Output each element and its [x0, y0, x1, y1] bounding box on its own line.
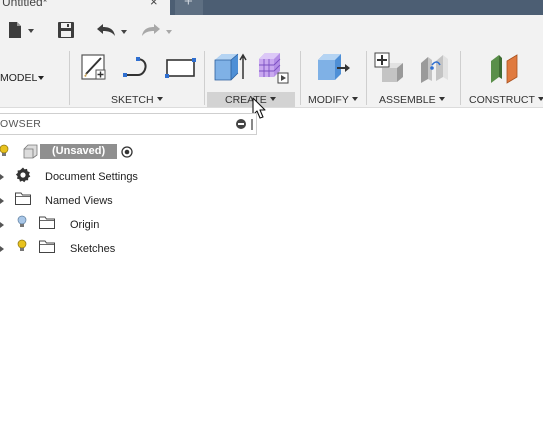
- press-pull-icon: [318, 54, 350, 80]
- component-icon: [23, 144, 38, 159]
- extrude-button[interactable]: [213, 51, 247, 85]
- ribbon-separator: [204, 51, 205, 105]
- document-tab[interactable]: Untitled* ×: [0, 0, 170, 15]
- rectangle-icon: [165, 58, 196, 78]
- redo-icon: [142, 24, 160, 36]
- lightbulb-on-icon[interactable]: [0, 144, 10, 158]
- quick-access-toolbar: [0, 15, 543, 45]
- arc-icon: [123, 57, 147, 77]
- ribbon-separator: [366, 51, 367, 105]
- create-group-menu[interactable]: CREATE: [225, 94, 276, 107]
- expand-arrow-icon[interactable]: [0, 246, 4, 252]
- create-form-icon: [259, 53, 289, 84]
- assemble-group-menu[interactable]: ASSEMBLE: [379, 94, 445, 107]
- toolbar-ribbon: MODEL SKETCH CREATE MODIFY ASSEMBLE CONS…: [0, 45, 543, 108]
- save-button[interactable]: [57, 19, 77, 41]
- create-form-button[interactable]: [256, 51, 290, 85]
- expand-arrow-icon[interactable]: [0, 222, 4, 228]
- assemble-group-label: ASSEMBLE: [379, 94, 436, 106]
- folder-icon: [15, 192, 31, 205]
- construct-group-menu[interactable]: CONSTRUCT: [469, 94, 543, 107]
- folder-icon: [39, 216, 55, 229]
- browser-item-label: Document Settings: [45, 171, 138, 183]
- joint-icon: [421, 55, 448, 83]
- extrude-icon: [214, 53, 247, 81]
- construct-group-label: CONSTRUCT: [469, 94, 535, 106]
- workspace-label: MODEL: [0, 72, 38, 84]
- undo-icon: [97, 24, 115, 36]
- new-component-button[interactable]: [373, 51, 407, 85]
- browser-item-label: Sketches: [70, 243, 116, 255]
- browser-item-label: Origin: [70, 219, 100, 231]
- browser-panel-header: OWSER: [0, 113, 257, 135]
- create-sketch-icon: [81, 54, 106, 80]
- new-tab-button[interactable]: +: [175, 0, 203, 15]
- create-sketch-button[interactable]: [80, 52, 110, 84]
- browser-root-node[interactable]: (Unsaved): [0, 144, 300, 164]
- browser-item-document-settings[interactable]: Document Settings: [0, 167, 300, 187]
- ribbon-separator: [300, 51, 301, 105]
- collapse-panel-icon[interactable]: [236, 119, 246, 129]
- sketch-group-label: SKETCH: [111, 94, 154, 106]
- browser-item-sketches[interactable]: Sketches: [0, 239, 300, 259]
- press-pull-button[interactable]: [315, 51, 351, 85]
- expand-arrow-icon[interactable]: [0, 174, 4, 180]
- file-icon: [9, 22, 21, 38]
- save-icon: [58, 22, 74, 38]
- undo-button[interactable]: [96, 19, 130, 41]
- lightbulb-off-icon[interactable]: [17, 215, 27, 229]
- gear-icon: [15, 167, 31, 183]
- browser-item-origin[interactable]: Origin: [0, 215, 300, 235]
- file-menu-button[interactable]: [6, 19, 36, 41]
- plus-icon: +: [184, 0, 193, 10]
- close-tab-icon[interactable]: ×: [150, 0, 158, 9]
- lightbulb-on-icon[interactable]: [17, 239, 27, 253]
- sketch-group-menu[interactable]: SKETCH: [111, 94, 163, 107]
- offset-plane-icon: [491, 54, 518, 84]
- offset-plane-button[interactable]: [487, 51, 523, 85]
- activate-radio-icon[interactable]: [121, 146, 133, 158]
- modify-group-menu[interactable]: MODIFY: [308, 94, 358, 107]
- redo-button[interactable]: [141, 19, 175, 41]
- modify-group-label: MODIFY: [308, 94, 349, 106]
- browser-item-label: Named Views: [45, 195, 113, 207]
- ribbon-separator: [69, 51, 70, 105]
- arc-tool-button[interactable]: [120, 55, 154, 83]
- expand-arrow-icon[interactable]: [0, 198, 4, 204]
- browser-item-named-views[interactable]: Named Views: [0, 191, 300, 211]
- browser-title: OWSER: [0, 118, 42, 130]
- new-component-icon: [374, 52, 403, 82]
- joint-button[interactable]: [418, 51, 452, 85]
- panel-resize-handle[interactable]: [251, 119, 253, 130]
- rectangle-tool-button[interactable]: [163, 56, 197, 80]
- document-tab-title: Untitled*: [2, 0, 48, 9]
- folder-icon: [39, 240, 55, 253]
- root-label-text: (Unsaved): [52, 145, 106, 157]
- ribbon-separator: [460, 51, 461, 105]
- root-component-label[interactable]: (Unsaved): [40, 144, 117, 159]
- title-bar: Untitled* × +: [0, 0, 543, 15]
- workspace-switcher[interactable]: MODEL: [0, 72, 50, 86]
